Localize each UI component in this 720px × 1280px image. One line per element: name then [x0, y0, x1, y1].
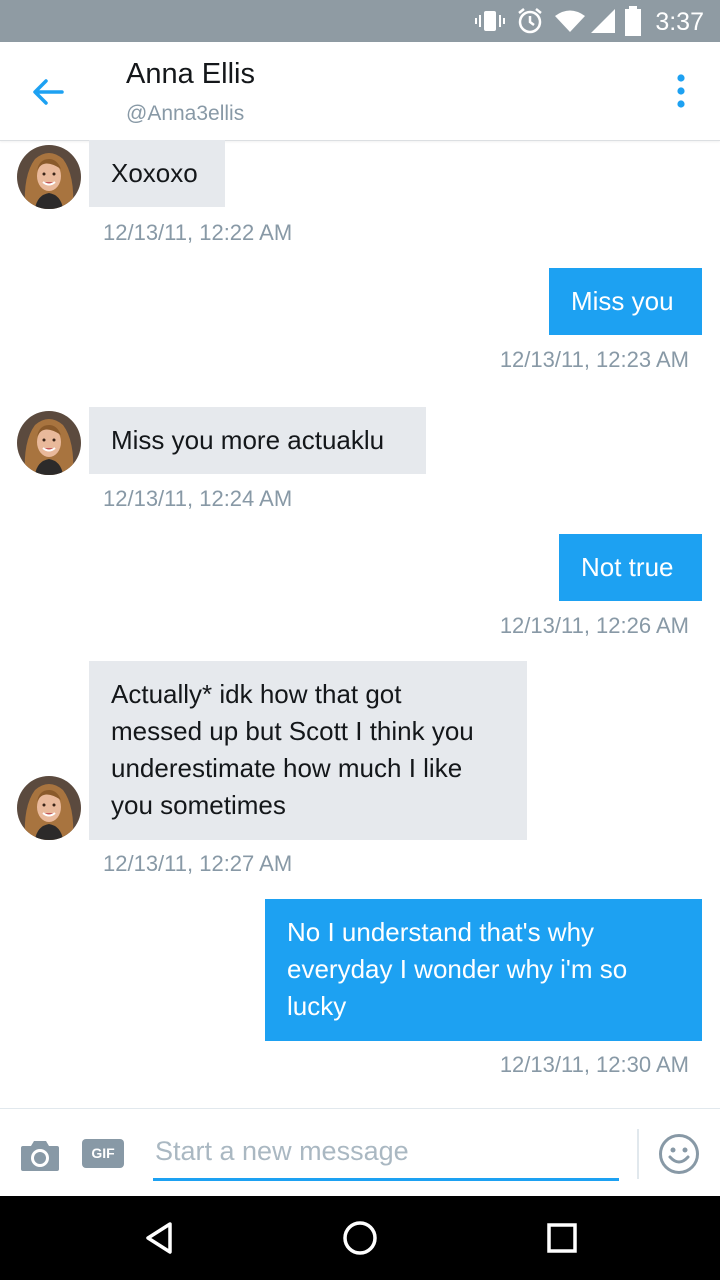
vibrate-icon	[475, 11, 505, 31]
incoming-message-bubble[interactable]: Actually* idk how that got messed up but…	[89, 661, 527, 840]
message-line: No I understand that's why	[287, 917, 595, 947]
more-vertical-icon[interactable]	[668, 68, 694, 114]
message-timestamp: 12/13/11, 12:27 AM	[103, 851, 293, 876]
nav-recents-icon[interactable]	[542, 1218, 582, 1258]
message-line: Actually* idk how that got	[111, 679, 402, 709]
contact-handle: @Anna3ellis	[126, 102, 245, 125]
message-text: Miss you more actuaklu	[111, 425, 385, 455]
status-bar: 3:37	[0, 0, 720, 42]
outgoing-message-bubble[interactable]: Not true	[559, 534, 702, 601]
contact-avatar[interactable]	[17, 411, 81, 475]
incoming-message-bubble[interactable]: Xoxoxo	[89, 140, 225, 207]
composer-divider	[637, 1129, 639, 1179]
message-text: Xoxoxo	[111, 158, 198, 188]
signal-icon	[591, 9, 615, 33]
back-arrow-icon[interactable]	[30, 74, 66, 110]
wifi-icon	[555, 10, 585, 32]
message-text: Miss you	[571, 286, 674, 316]
incoming-message-bubble[interactable]: Miss you more actuaklu	[89, 407, 426, 474]
alarm-icon	[518, 8, 542, 34]
contact-avatar[interactable]	[17, 776, 81, 840]
message-line: underestimate how much I like	[111, 753, 463, 783]
emoji-icon[interactable]	[658, 1133, 700, 1175]
message-line: messed up but Scott I think you	[111, 716, 474, 746]
battery-icon	[625, 6, 641, 36]
conversation-header: Anna Ellis @Anna3ellis	[0, 42, 720, 141]
outgoing-message-bubble[interactable]: Miss you	[549, 268, 702, 335]
message-timestamp: 12/13/11, 12:23 AM	[499, 347, 689, 372]
message-line: everyday I wonder why i'm so	[287, 954, 628, 984]
message-line: lucky	[287, 991, 347, 1021]
system-nav-bar	[0, 1196, 720, 1280]
gif-button[interactable]: GIF	[82, 1139, 124, 1168]
message-composer: GIF	[0, 1108, 720, 1197]
message-text: Not true	[581, 552, 674, 582]
contact-avatar[interactable]	[17, 145, 81, 209]
message-timestamp: 12/13/11, 12:26 AM	[499, 613, 689, 638]
contact-name: Anna Ellis	[126, 58, 255, 90]
message-input[interactable]	[153, 1131, 619, 1181]
nav-back-icon[interactable]	[140, 1218, 180, 1258]
nav-home-icon[interactable]	[340, 1218, 380, 1258]
message-timestamp: 12/13/11, 12:22 AM	[103, 220, 293, 245]
camera-icon[interactable]	[19, 1137, 61, 1173]
message-timestamp: 12/13/11, 12:30 AM	[499, 1052, 689, 1077]
message-timestamp: 12/13/11, 12:24 AM	[103, 486, 293, 511]
message-line: you sometimes	[111, 790, 286, 820]
outgoing-message-bubble[interactable]: No I understand that's why everyday I wo…	[265, 899, 702, 1041]
status-time: 3:37	[655, 8, 704, 36]
